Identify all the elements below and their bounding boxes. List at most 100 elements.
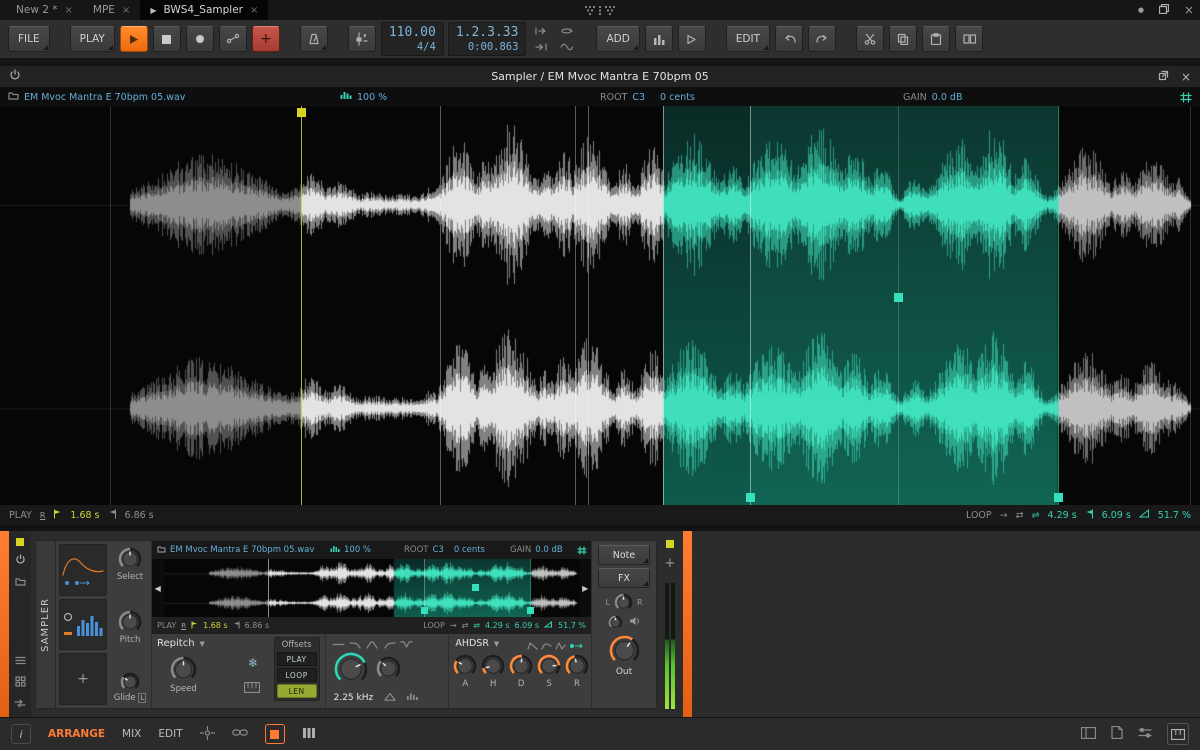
reverse-toggle[interactable]: R bbox=[40, 511, 46, 520]
play-start-marker[interactable] bbox=[296, 106, 306, 505]
gain-value[interactable]: 0.0 dB bbox=[932, 92, 963, 103]
add-modulator-button[interactable]: + bbox=[59, 653, 107, 706]
root-value[interactable]: C3 bbox=[632, 92, 645, 103]
follow-playhead-button[interactable] bbox=[677, 26, 706, 52]
redo-button[interactable] bbox=[808, 26, 837, 52]
loop-end-marker[interactable] bbox=[1053, 106, 1063, 505]
loop-percent-value[interactable]: 51.7 % bbox=[1158, 510, 1191, 521]
pan-knob[interactable] bbox=[614, 593, 633, 612]
tempo-display[interactable]: 110.00 4/4 bbox=[380, 22, 444, 56]
region-start-line[interactable] bbox=[663, 106, 664, 505]
env-shape-icon[interactable] bbox=[541, 640, 552, 653]
position-display[interactable]: 1.2.3.33 0:00.863 bbox=[447, 22, 527, 56]
steps-modulator-cell[interactable] bbox=[59, 598, 107, 651]
dual-display-toggle[interactable] bbox=[264, 724, 285, 744]
waveform-canvas[interactable] bbox=[0, 106, 1200, 505]
inspector-panel-icon[interactable] bbox=[1111, 725, 1123, 742]
track-color-strip-right[interactable] bbox=[683, 531, 692, 717]
add-device-button[interactable]: + bbox=[665, 556, 676, 571]
play-start-handle[interactable] bbox=[296, 108, 306, 117]
automation-write-button[interactable] bbox=[218, 26, 247, 52]
record-button[interactable] bbox=[185, 26, 214, 52]
project-tab[interactable]: MPE × bbox=[83, 0, 140, 20]
glide-legato-badge[interactable]: L bbox=[138, 693, 147, 703]
empty-chain-area[interactable] bbox=[692, 531, 1200, 717]
play-start-value[interactable]: 1.68 s bbox=[70, 510, 99, 521]
fx-button[interactable]: FX bbox=[598, 568, 650, 588]
env-release-knob[interactable] bbox=[565, 654, 589, 678]
device-power-icon[interactable] bbox=[9, 69, 21, 84]
sample-end-line[interactable] bbox=[1189, 106, 1191, 505]
mini-loop-end-handle[interactable] bbox=[527, 607, 535, 614]
mini-root-value[interactable]: C3 bbox=[432, 545, 443, 555]
mini-waveform[interactable]: ◀ ▶ bbox=[152, 559, 591, 617]
mini-loop-off-icon[interactable]: → bbox=[450, 621, 457, 630]
root-key-control[interactable]: ROOT C3 0 cents bbox=[600, 88, 695, 106]
position-value[interactable]: 1.2.3.33 bbox=[456, 25, 519, 41]
track-color-strip[interactable] bbox=[0, 531, 9, 717]
mini-stretch-value[interactable]: 100 % bbox=[344, 545, 371, 555]
list-view-icon[interactable] bbox=[14, 655, 26, 668]
chain-power-icon[interactable] bbox=[15, 554, 26, 568]
filter-slope-icon[interactable] bbox=[384, 691, 396, 704]
mini-sample-file[interactable]: EM Mvoc Mantra E 70bpm 05.wav bbox=[157, 541, 314, 559]
play-button[interactable] bbox=[119, 26, 148, 52]
mini-play-start[interactable]: 1.68 s bbox=[203, 621, 228, 630]
slice-marker[interactable] bbox=[588, 106, 589, 505]
zoom-fit-icon[interactable] bbox=[1180, 88, 1192, 106]
loop-toggle-icon[interactable] bbox=[560, 25, 573, 38]
mini-loop-mode-icon[interactable]: ⇄ bbox=[462, 621, 469, 630]
freeze-icon[interactable]: ❄ bbox=[248, 656, 258, 670]
add-track-icon-button[interactable] bbox=[644, 26, 673, 52]
loop-start-handle[interactable] bbox=[746, 493, 755, 502]
loop-start-marker[interactable] bbox=[746, 106, 755, 505]
mini-gain[interactable]: GAIN 0.0 dB bbox=[510, 541, 563, 559]
mini-loop-start-handle[interactable] bbox=[420, 607, 428, 614]
project-tab[interactable]: New 2 * × bbox=[6, 0, 83, 20]
mini-loop-end[interactable] bbox=[527, 559, 535, 617]
add-menu-button[interactable]: ADD bbox=[596, 26, 640, 52]
loop-end-handle[interactable] bbox=[1053, 493, 1063, 502]
overdub-plus-button[interactable]: + bbox=[251, 26, 280, 52]
env-shape-icon[interactable] bbox=[527, 640, 538, 653]
play-mode-dropdown[interactable]: Repitch ▼ bbox=[157, 638, 205, 649]
mini-root[interactable]: ROOT C3 0 cents bbox=[404, 541, 485, 559]
mini-loop-start-value[interactable]: 4.29 s bbox=[485, 621, 510, 630]
env-decay-knob[interactable] bbox=[509, 654, 533, 678]
link-icon[interactable] bbox=[231, 727, 248, 741]
play-end-value[interactable]: 6.86 s bbox=[125, 510, 154, 521]
tab-close-icon[interactable]: × bbox=[250, 5, 258, 16]
sampler-device[interactable]: SAMPLER + Select Pitch Glide L EM Mvoc M… bbox=[35, 540, 657, 709]
filter-off-icon[interactable] bbox=[332, 639, 345, 652]
cut-button[interactable] bbox=[856, 26, 885, 52]
edit-menu-button[interactable]: EDIT bbox=[725, 26, 771, 52]
loop-mode-icon[interactable]: ⇄ bbox=[1016, 510, 1024, 521]
undo-button[interactable] bbox=[775, 26, 804, 52]
crossfade-handle[interactable] bbox=[893, 292, 903, 302]
cents-value[interactable]: 0 cents bbox=[660, 92, 695, 103]
mini-play-end[interactable]: 6.86 s bbox=[245, 621, 270, 630]
stretch-value[interactable]: 100 % bbox=[357, 92, 387, 103]
play-menu-button[interactable]: PLAY bbox=[69, 26, 115, 52]
env-shape-icon[interactable] bbox=[555, 640, 566, 653]
chain-end-handle[interactable] bbox=[666, 540, 674, 548]
mini-cents-value[interactable]: 0 cents bbox=[454, 545, 485, 555]
filter-lp-icon[interactable] bbox=[349, 639, 362, 652]
time-value[interactable]: 0:00.863 bbox=[468, 41, 519, 54]
tab-arrange[interactable]: ARRANGE bbox=[48, 728, 105, 740]
filter-cutoff-knob[interactable] bbox=[334, 652, 368, 686]
time-signature-value[interactable]: 4/4 bbox=[417, 41, 436, 54]
layout-bars-icon[interactable] bbox=[302, 727, 316, 742]
offset-play-button[interactable]: PLAY bbox=[276, 652, 317, 666]
glide-knob[interactable] bbox=[120, 672, 140, 692]
device-name-strip[interactable]: SAMPLER bbox=[36, 541, 56, 708]
keyboard-track-icon[interactable] bbox=[243, 681, 261, 696]
slice-marker[interactable] bbox=[439, 106, 441, 505]
env-mod-route-icon[interactable] bbox=[569, 640, 585, 653]
loop-end-value[interactable]: 6.09 s bbox=[1102, 510, 1131, 521]
note-fx-button[interactable]: Note bbox=[598, 545, 650, 565]
filter-spread-icon[interactable] bbox=[406, 691, 420, 704]
editor-close-icon[interactable]: × bbox=[1181, 70, 1191, 84]
window-dot-icon[interactable]: ● bbox=[1138, 6, 1144, 14]
tab-edit[interactable]: EDIT bbox=[158, 728, 182, 740]
